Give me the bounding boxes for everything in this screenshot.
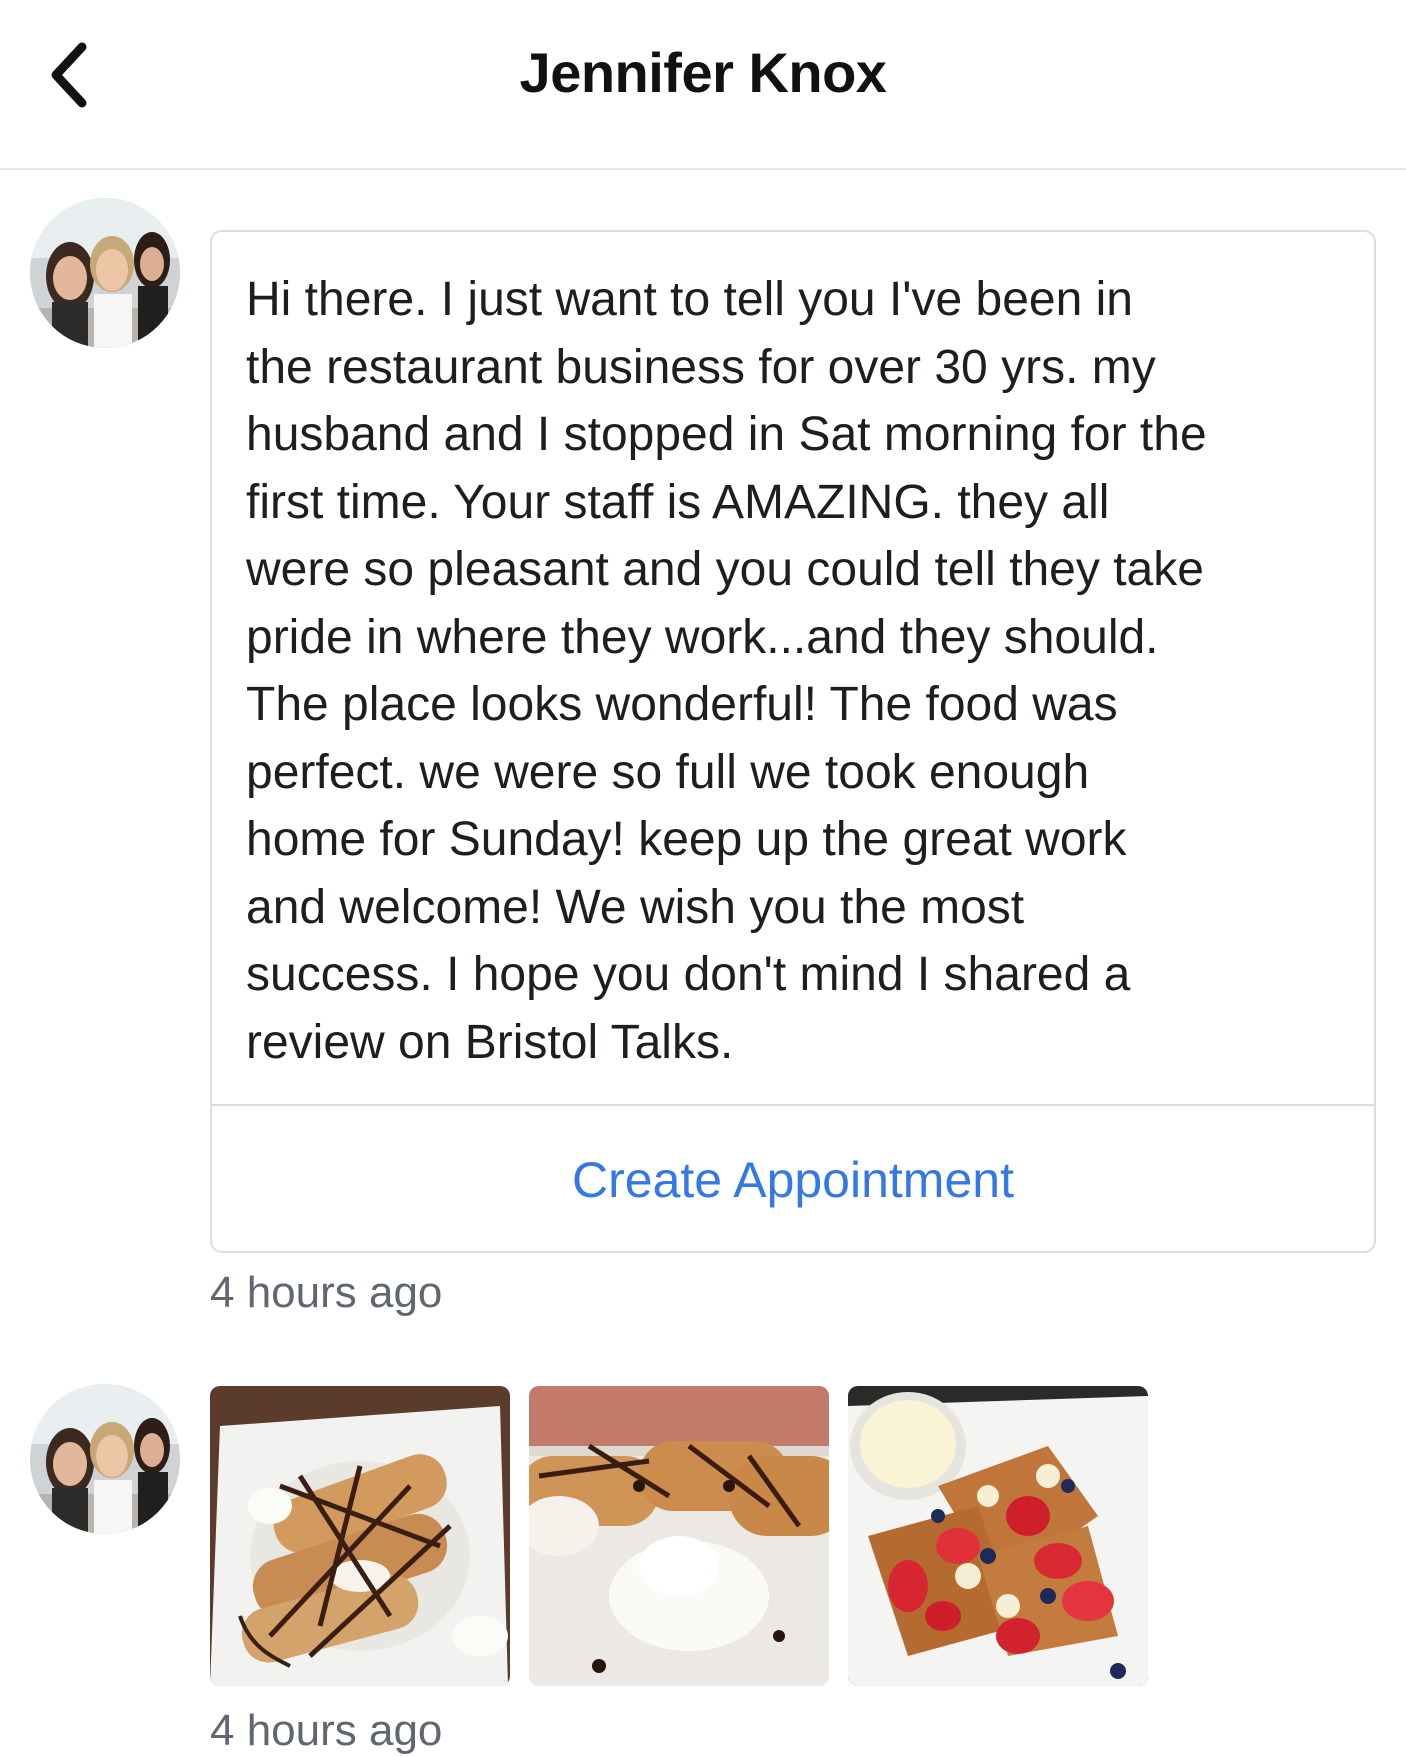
conversation-header: Jennifer Knox xyxy=(0,0,1406,170)
create-appointment-button[interactable]: Create Appointment xyxy=(212,1106,1374,1253)
crepe-rolls-with-whipped-cream-photo[interactable] xyxy=(529,1386,829,1686)
french-toast-with-berries-photo[interactable] xyxy=(848,1386,1148,1686)
sender-avatar[interactable] xyxy=(30,1384,180,1534)
sender-avatar[interactable] xyxy=(30,198,180,348)
contact-name-title: Jennifer Knox xyxy=(519,41,887,104)
message-bubble: Hi there. I just want to tell you I've b… xyxy=(210,230,1376,1253)
photos-timestamp: 4 hours ago xyxy=(210,1706,443,1755)
crepes-with-chocolate-drizzle-photo[interactable] xyxy=(210,1386,510,1686)
message-text: Hi there. I just want to tell you I've b… xyxy=(246,273,1207,1069)
message-timestamp: 4 hours ago xyxy=(210,1268,443,1317)
